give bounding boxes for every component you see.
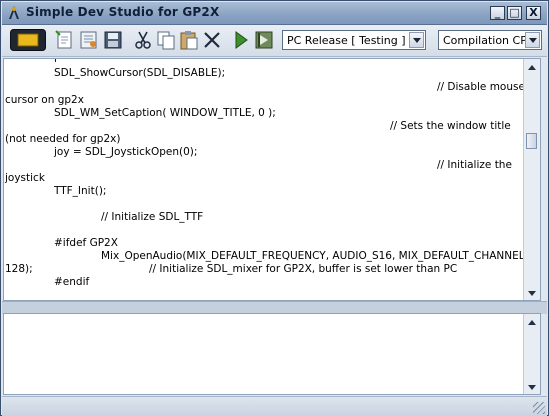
- scroll-up-icon[interactable]: [525, 60, 539, 74]
- toolbar: PC Release [ Testing ] Compilation CPP: [2, 25, 547, 57]
- code-line: joystick: [5, 172, 45, 184]
- code-line: // Disable mouse: [437, 81, 525, 93]
- output-scrollbar[interactable]: [523, 314, 540, 394]
- editor-scrollbar[interactable]: [523, 59, 540, 300]
- code-line: SDL_WM_SetCaption( WINDOW_TITLE, 0 );: [54, 107, 276, 119]
- build-config-select[interactable]: PC Release [ Testing ]: [282, 30, 426, 50]
- code-line: // Initialize the: [437, 159, 512, 171]
- code-line: // Initialize SDL_TTF: [101, 211, 204, 223]
- save-icon[interactable]: [102, 29, 124, 51]
- maximize-button[interactable]: □: [507, 6, 522, 20]
- app-window: Simple Dev Studio for GP2X _ □ X PC Rele…: [0, 0, 549, 416]
- scroll-down-icon[interactable]: [525, 379, 539, 393]
- minimize-button[interactable]: _: [490, 6, 505, 20]
- build-config-value: PC Release [ Testing ]: [287, 34, 406, 47]
- copy-icon[interactable]: [155, 29, 177, 51]
- code-line: Mix_OpenAudio(MIX_DEFAULT_FREQUENCY, AUD…: [101, 250, 535, 262]
- close-button[interactable]: X: [526, 6, 541, 20]
- chevron-down-icon[interactable]: [525, 32, 540, 48]
- compiler-value: Compilation CPP: [443, 34, 534, 47]
- code-line: joy = SDL_JoystickOpen(0);: [54, 146, 198, 158]
- code-line: // Sets the window title: [390, 120, 511, 132]
- code-line: SDL_ShowCursor(SDL_DISABLE);: [54, 67, 226, 79]
- code-line: TTF_Init();: [54, 185, 107, 197]
- gp2x-console-icon[interactable]: [10, 29, 46, 51]
- cut-icon[interactable]: [132, 29, 154, 51]
- chevron-down-icon[interactable]: [409, 32, 424, 48]
- scroll-down-icon[interactable]: [525, 285, 539, 299]
- code-line: cursor on gp2x: [5, 94, 84, 106]
- title-bar[interactable]: Simple Dev Studio for GP2X _ □ X: [2, 2, 547, 25]
- status-bar: [2, 396, 547, 416]
- code-line: // Initialize SDL_mixer for GP2X, buffer…: [149, 263, 458, 275]
- window-title: Simple Dev Studio for GP2X: [26, 5, 220, 19]
- output-panel[interactable]: [3, 313, 541, 395]
- open-project-icon[interactable]: [78, 29, 100, 51]
- code-editor[interactable]: r SDL_ShowCursor(SDL_DISABLE); // Disabl…: [3, 58, 541, 301]
- code-line: #ifdef GP2X: [54, 237, 118, 249]
- code-line: (not needed for gp2x): [5, 133, 121, 145]
- run-icon[interactable]: [230, 29, 252, 51]
- scroll-up-icon[interactable]: [525, 315, 539, 329]
- new-project-icon[interactable]: [54, 29, 76, 51]
- compiler-select[interactable]: Compilation CPP: [438, 30, 542, 50]
- resize-grip-icon[interactable]: [533, 402, 545, 414]
- scroll-thumb[interactable]: [526, 133, 537, 149]
- delete-icon[interactable]: [201, 29, 223, 51]
- code-line: r: [54, 58, 59, 65]
- code-line: #endif: [54, 276, 90, 288]
- app-logo-icon: [6, 5, 22, 21]
- paste-icon[interactable]: [178, 29, 200, 51]
- code-line: 128);: [5, 263, 33, 275]
- build-icon[interactable]: [253, 29, 275, 51]
